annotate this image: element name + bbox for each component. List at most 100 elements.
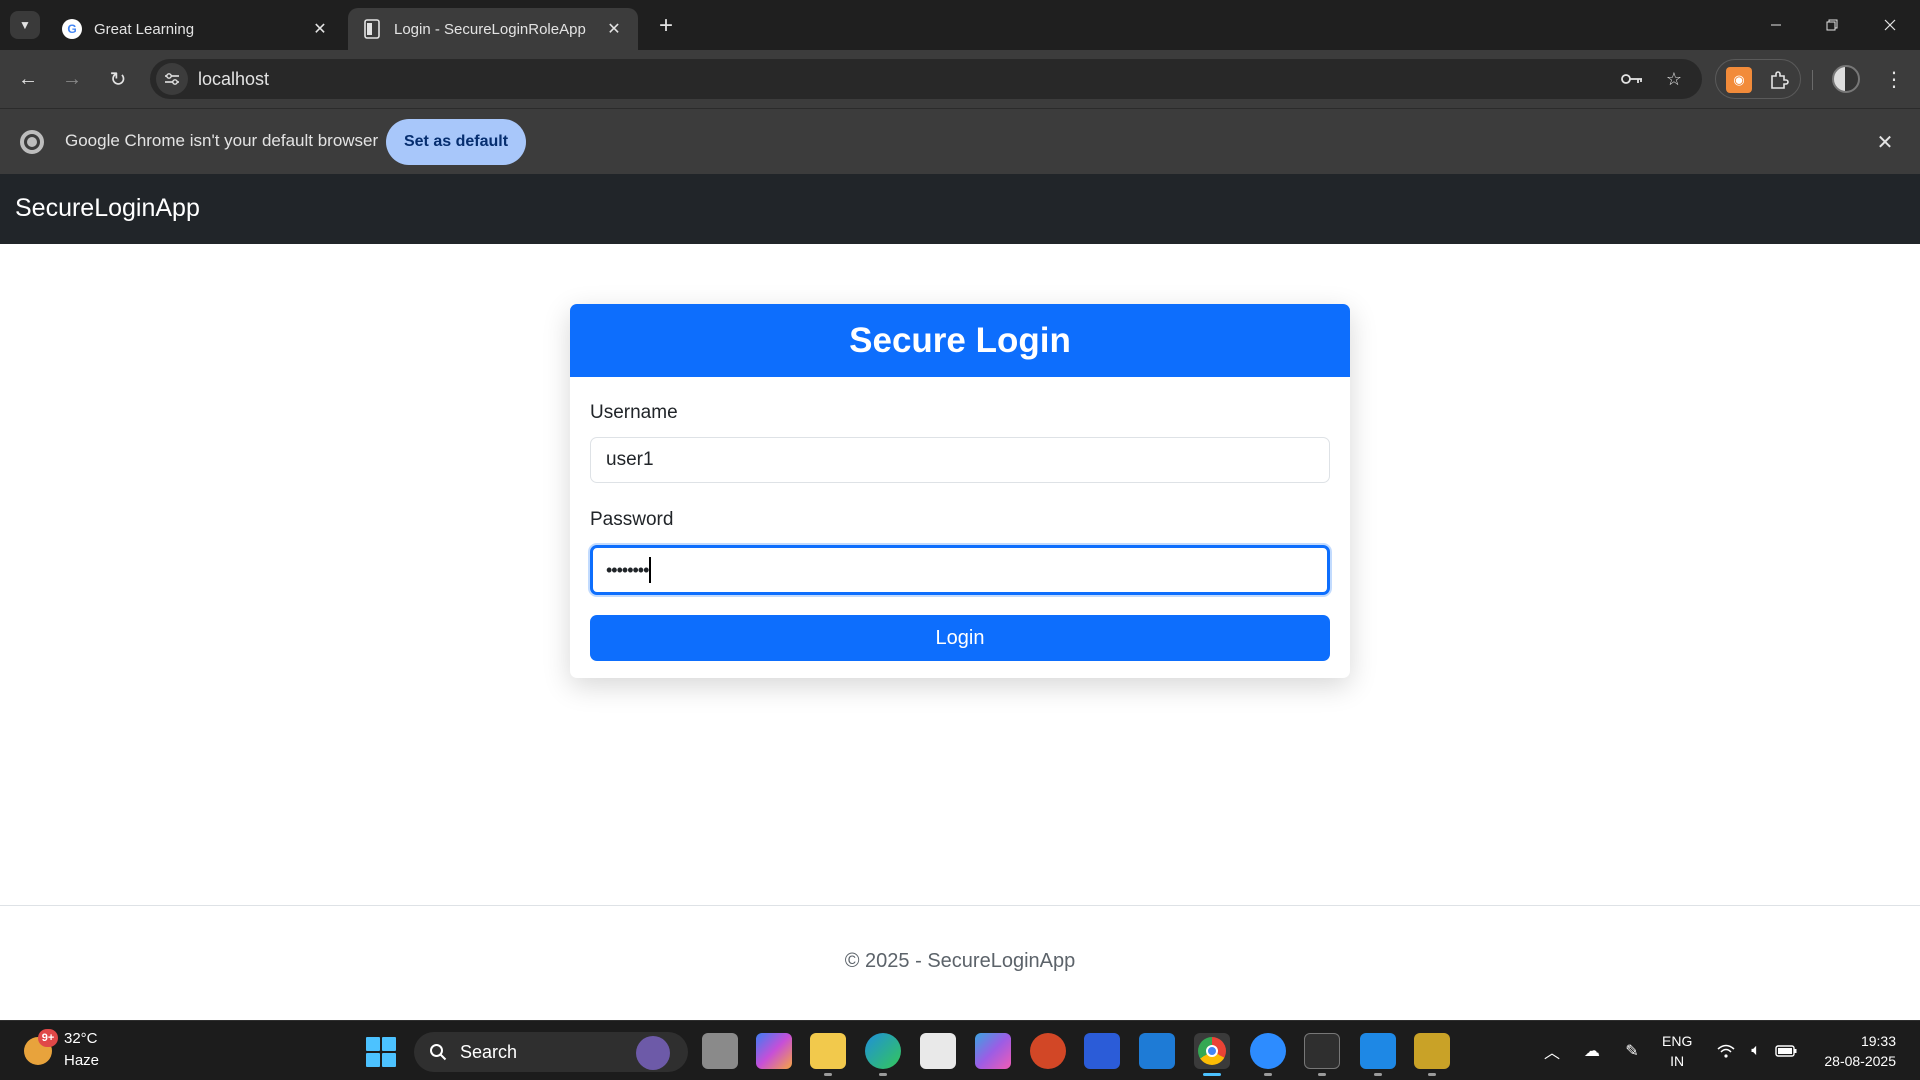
language-indicator[interactable]: ENG IN [1662,1031,1692,1071]
login-card-title: Secure Login [570,304,1350,377]
profile-avatar[interactable] [1832,65,1860,93]
infobar-message: Google Chrome isn't your default browser [65,131,379,150]
footer-divider [0,905,1920,906]
extensions-menu-button[interactable] [1766,67,1792,93]
tool-app-icon[interactable] [1414,1033,1450,1069]
window-close-button[interactable] [1870,8,1910,42]
password-label: Password [590,509,674,530]
new-tab-button[interactable]: + [652,12,680,40]
running-indicator [1318,1073,1326,1076]
set-as-default-button[interactable]: Set as default [386,119,526,165]
search-placeholder: Search [460,1041,518,1062]
battery-icon[interactable] [1774,1039,1798,1063]
system-clock[interactable]: 19:33 28-08-2025 [1812,1031,1896,1071]
close-icon [1884,19,1896,31]
browser-toolbar: ← → ↻ localhost ☆ ◉ ⋮ [0,50,1920,108]
zoom-icon[interactable] [1250,1033,1286,1069]
wifi-icon[interactable] [1714,1039,1738,1063]
windows-app-icon[interactable] [1139,1033,1175,1069]
tab-great-learning[interactable]: G Great Learning ✕ [48,8,344,50]
password-input[interactable]: •••••••• [590,545,1330,595]
extension-button[interactable]: ◉ [1726,67,1752,93]
navbar-brand[interactable]: SecureLoginApp [15,194,200,223]
arrow-left-icon: ← [18,67,38,90]
running-indicator [1264,1073,1272,1076]
running-indicator [1428,1073,1436,1076]
weather-temperature: 32°C [64,1030,98,1047]
reload-button[interactable]: ↻ [102,63,134,95]
start-button[interactable] [366,1037,396,1067]
tune-icon [165,73,179,85]
terminal-icon[interactable] [1304,1033,1340,1069]
windows-logo-icon [366,1037,380,1051]
m365-icon[interactable] [975,1033,1011,1069]
username-input[interactable]: user1 [590,437,1330,483]
extensions-group: ◉ [1715,59,1801,99]
language-region: IN [1670,1053,1685,1069]
close-icon: ✕ [1876,131,1894,154]
running-indicator [824,1073,832,1076]
running-indicator [1374,1073,1382,1076]
plus-icon: + [658,12,673,39]
chevron-up-icon[interactable]: ︿ [1540,1039,1564,1063]
browser-tab-strip: ▼ G Great Learning ✕ Login - SecureLogin… [0,0,1920,50]
text-caret [649,557,652,583]
taskbar-search[interactable]: Search [414,1032,688,1072]
chevron-down-icon: ▼ [19,18,31,32]
address-bar[interactable]: localhost ☆ [150,59,1702,99]
forward-button[interactable]: → [56,63,88,95]
star-icon: ☆ [1665,68,1683,89]
edge-icon[interactable] [865,1033,901,1069]
restore-button[interactable] [1812,8,1852,42]
puzzle-icon [1771,71,1789,89]
clock-time: 19:33 [1860,1033,1896,1049]
windows-logo-icon [382,1053,396,1067]
onedrive-cloud-icon[interactable]: ☁ [1580,1039,1604,1063]
clock-date: 28-08-2025 [1824,1053,1896,1069]
search-icon [428,1042,448,1062]
close-icon[interactable]: ✕ [604,19,624,39]
vscode-icon[interactable] [1360,1033,1396,1069]
username-label: Username [590,402,678,423]
minimize-icon [1771,24,1781,26]
toolbar-divider [1812,70,1813,90]
bookmark-star-button[interactable]: ☆ [1658,63,1690,95]
chrome-menu-button[interactable]: ⋮ [1878,63,1910,95]
powerpoint-icon[interactable] [1030,1033,1066,1069]
password-key-button[interactable] [1616,63,1648,95]
copilot-icon[interactable] [756,1033,792,1069]
task-view-icon[interactable] [702,1033,738,1069]
tab-title: Great Learning [94,20,195,38]
tab-search-button[interactable]: ▼ [10,11,40,39]
tab-title: Login - SecureLoginRoleApp [394,20,586,38]
site-info-button[interactable] [156,63,188,95]
language-code: ENG [1662,1033,1693,1049]
tab-login[interactable]: Login - SecureLoginRoleApp ✕ [348,8,638,50]
chrome-taskbar-icon[interactable] [1194,1033,1230,1069]
close-icon[interactable]: ✕ [310,19,330,39]
reload-icon: ↻ [109,68,127,91]
infobar-close-button[interactable]: ✕ [1872,129,1898,155]
password-value: •••••••• [606,559,649,580]
active-indicator [1203,1073,1221,1076]
microsoft-store-icon[interactable] [920,1033,956,1069]
username-value: user1 [606,449,654,470]
file-explorer-icon[interactable] [810,1033,846,1069]
chrome-icon [1198,1037,1226,1065]
minimize-button[interactable] [1756,8,1796,42]
notification-badge: 9+ [38,1029,58,1047]
kebab-menu-icon: ⋮ [1884,68,1904,91]
windows-logo-icon [382,1037,396,1051]
volume-icon[interactable]: 🔈︎ [1744,1039,1768,1063]
back-button[interactable]: ← [12,63,44,95]
pen-ink-icon[interactable]: ✎ [1620,1039,1644,1063]
chrome-logo-icon [20,130,44,154]
arrow-right-icon: → [62,67,82,90]
extension-app-icon: ◉ [1733,72,1745,87]
dev-home-icon[interactable] [1084,1033,1120,1069]
key-icon [1621,74,1642,84]
footer-copyright: © 2025 - SecureLoginApp [844,950,1076,972]
app-navbar: SecureLoginApp [0,174,1920,244]
web-page: SecureLoginApp Secure Login Username use… [0,174,1920,1020]
login-button[interactable]: Login [590,615,1330,661]
